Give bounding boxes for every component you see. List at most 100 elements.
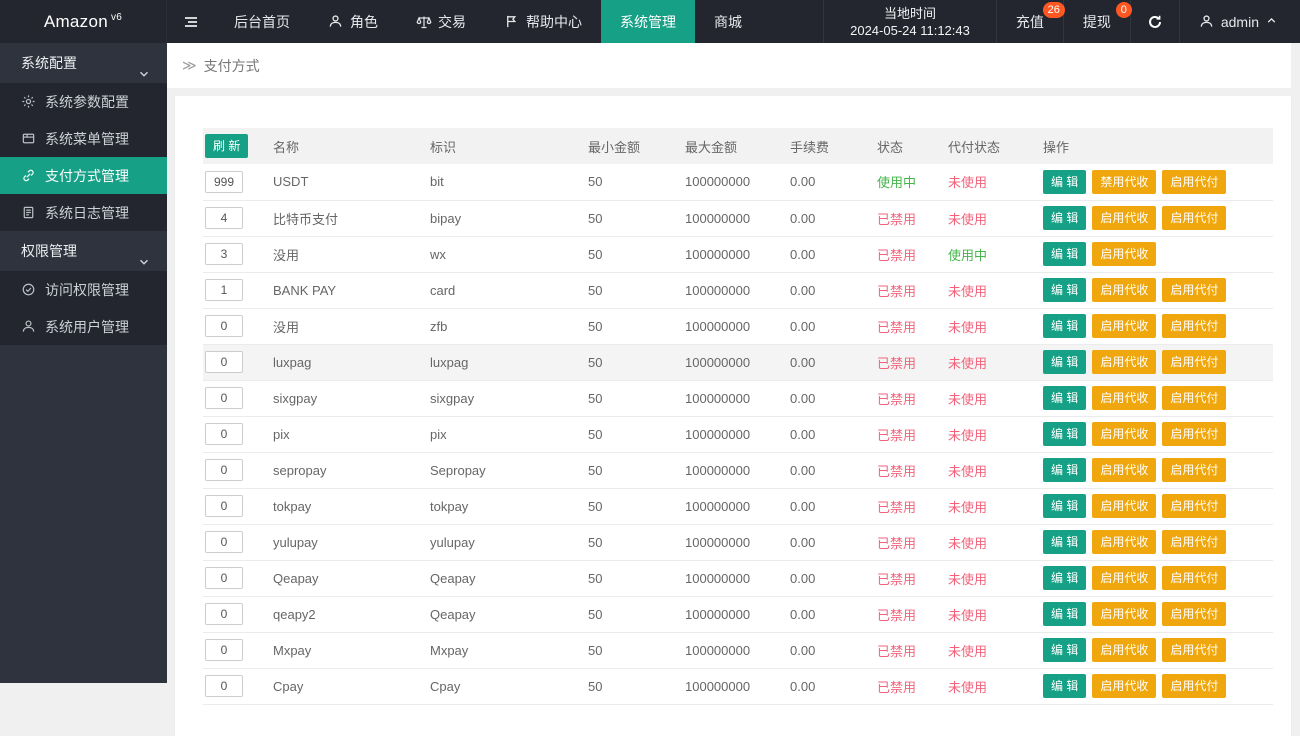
nav-item-roles[interactable]: 角色 — [309, 0, 397, 43]
edit-button[interactable]: 编 辑 — [1043, 530, 1086, 554]
sort-input[interactable]: 0 — [205, 495, 243, 517]
collect-button[interactable]: 禁用代收 — [1092, 170, 1156, 194]
actions-cell: 编 辑启用代收启用代付 — [1043, 380, 1273, 416]
sort-input[interactable]: 0 — [205, 567, 243, 589]
sort-input[interactable]: 0 — [205, 603, 243, 625]
edit-button[interactable]: 编 辑 — [1043, 422, 1086, 446]
edit-button[interactable]: 编 辑 — [1043, 386, 1086, 410]
edit-button[interactable]: 编 辑 — [1043, 602, 1086, 626]
sort-input[interactable]: 3 — [205, 243, 243, 265]
recharge-button[interactable]: 充值 26 — [997, 0, 1063, 43]
payout-button[interactable]: 启用代付 — [1162, 314, 1226, 338]
sort-input[interactable]: 0 — [205, 675, 243, 697]
edit-button[interactable]: 编 辑 — [1043, 674, 1086, 698]
sidebar-item-payment-methods[interactable]: 支付方式管理 — [0, 157, 167, 194]
payout-button[interactable]: 启用代付 — [1162, 422, 1226, 446]
collect-button[interactable]: 启用代收 — [1092, 422, 1156, 446]
sort-input[interactable]: 0 — [205, 459, 243, 481]
withdraw-button[interactable]: 提现 0 — [1063, 0, 1130, 43]
table-row: 0QeapayQeapay501000000000.00已禁用未使用编 辑启用代… — [203, 560, 1273, 596]
nav-item-mall[interactable]: 商城 — [695, 0, 761, 43]
sidebar-item-system-params[interactable]: 系统参数配置 — [0, 83, 167, 120]
payout-button[interactable]: 启用代付 — [1162, 278, 1226, 302]
sort-input[interactable]: 4 — [205, 207, 243, 229]
nav-item-system-admin[interactable]: 系统管理 — [601, 0, 695, 43]
payout-button[interactable]: 启用代付 — [1162, 566, 1226, 590]
edit-button[interactable]: 编 辑 — [1043, 314, 1086, 338]
collect-button[interactable]: 启用代收 — [1092, 206, 1156, 230]
edit-button[interactable]: 编 辑 — [1043, 638, 1086, 662]
edit-button[interactable]: 编 辑 — [1043, 278, 1086, 302]
sort-input[interactable]: 0 — [205, 387, 243, 409]
nav-item-label: 角色 — [350, 12, 378, 32]
min-amount-cell: 50 — [588, 596, 685, 632]
code-cell: pix — [430, 416, 588, 452]
sort-cell: 0 — [203, 668, 273, 704]
edit-button[interactable]: 编 辑 — [1043, 206, 1086, 230]
sort-input[interactable]: 0 — [205, 423, 243, 445]
sidebar-group-permissions[interactable]: 权限管理 — [0, 231, 167, 271]
sidebar-toggle-button[interactable] — [167, 0, 215, 43]
sort-input[interactable]: 0 — [205, 315, 243, 337]
collect-button[interactable]: 启用代收 — [1092, 314, 1156, 338]
collect-button[interactable]: 启用代收 — [1092, 674, 1156, 698]
nav-item-home[interactable]: 后台首页 — [215, 0, 309, 43]
collect-button[interactable]: 启用代收 — [1092, 278, 1156, 302]
sort-input[interactable]: 0 — [205, 351, 243, 373]
actions-cell: 编 辑启用代收启用代付 — [1043, 668, 1273, 704]
sort-input[interactable]: 999 — [205, 171, 243, 193]
payout-status-cell: 未使用 — [948, 596, 1043, 632]
nav-item-transactions[interactable]: 交易 — [397, 0, 485, 43]
code-cell: luxpag — [430, 344, 588, 380]
sort-cell: 0 — [203, 308, 273, 344]
brand-logo[interactable]: Amazonv6 — [0, 0, 167, 43]
payout-button[interactable]: 启用代付 — [1162, 494, 1226, 518]
refresh-page-button[interactable] — [1130, 0, 1179, 43]
payout-button[interactable]: 启用代付 — [1162, 170, 1226, 194]
sort-input[interactable]: 0 — [205, 531, 243, 553]
collect-button[interactable]: 启用代收 — [1092, 386, 1156, 410]
nav-item-help-center[interactable]: 帮助中心 — [485, 0, 601, 43]
collect-button[interactable]: 启用代收 — [1092, 350, 1156, 374]
sidebar-item-system-menu[interactable]: 系统菜单管理 — [0, 120, 167, 157]
edit-button[interactable]: 编 辑 — [1043, 350, 1086, 374]
payout-status-badge: 未使用 — [948, 680, 987, 695]
column-header-payout-status: 代付状态 — [948, 128, 1043, 164]
sidebar-item-access-permissions[interactable]: 访问权限管理 — [0, 271, 167, 308]
edit-button[interactable]: 编 辑 — [1043, 458, 1086, 482]
sort-cell: 0 — [203, 524, 273, 560]
collect-button[interactable]: 启用代收 — [1092, 530, 1156, 554]
collect-button[interactable]: 启用代收 — [1092, 638, 1156, 662]
payout-button[interactable]: 启用代付 — [1162, 674, 1226, 698]
sort-input[interactable]: 1 — [205, 279, 243, 301]
refresh-table-button[interactable]: 刷 新 — [205, 134, 248, 158]
payout-button[interactable]: 启用代付 — [1162, 458, 1226, 482]
payout-button[interactable]: 启用代付 — [1162, 206, 1226, 230]
payout-status-badge: 未使用 — [948, 644, 987, 659]
edit-button[interactable]: 编 辑 — [1043, 494, 1086, 518]
payout-button[interactable]: 启用代付 — [1162, 638, 1226, 662]
collect-button[interactable]: 启用代收 — [1092, 494, 1156, 518]
payout-status-badge: 未使用 — [948, 464, 987, 479]
collect-button[interactable]: 启用代收 — [1092, 566, 1156, 590]
edit-button[interactable]: 编 辑 — [1043, 242, 1086, 266]
payout-button[interactable]: 启用代付 — [1162, 602, 1226, 626]
name-cell: BANK PAY — [273, 272, 430, 308]
collect-button[interactable]: 启用代收 — [1092, 602, 1156, 626]
sidebar-item-system-logs[interactable]: 系统日志管理 — [0, 194, 167, 231]
payout-button[interactable]: 启用代付 — [1162, 530, 1226, 554]
sidebar-group-system-config[interactable]: 系统配置 — [0, 43, 167, 83]
edit-button[interactable]: 编 辑 — [1043, 170, 1086, 194]
collect-button[interactable]: 启用代收 — [1092, 242, 1156, 266]
collect-button[interactable]: 启用代收 — [1092, 458, 1156, 482]
user-menu[interactable]: admin — [1179, 0, 1300, 43]
payout-button[interactable]: 启用代付 — [1162, 386, 1226, 410]
edit-button[interactable]: 编 辑 — [1043, 566, 1086, 590]
payout-button[interactable]: 启用代付 — [1162, 350, 1226, 374]
status-cell: 已禁用 — [877, 200, 948, 236]
sidebar-item-system-users[interactable]: 系统用户管理 — [0, 308, 167, 345]
refresh-icon — [1147, 14, 1163, 30]
payout-status-cell: 未使用 — [948, 416, 1043, 452]
sort-input[interactable]: 0 — [205, 639, 243, 661]
name-cell: qeapy2 — [273, 596, 430, 632]
